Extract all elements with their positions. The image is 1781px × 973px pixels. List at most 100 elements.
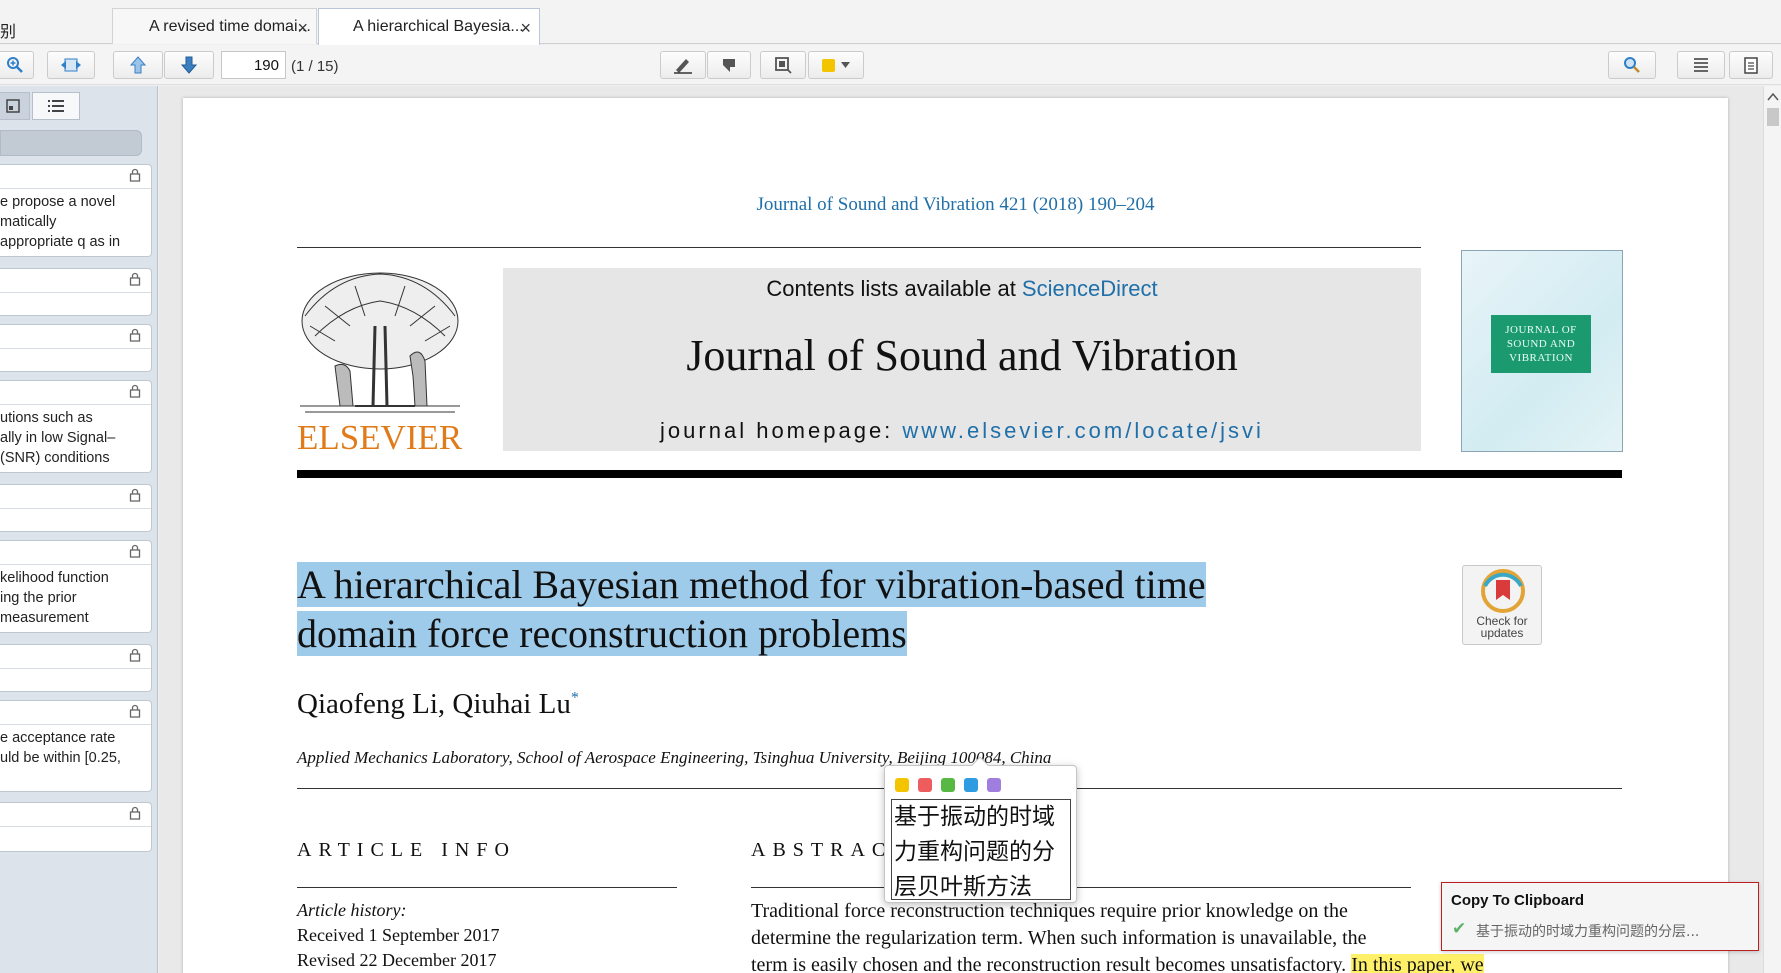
notepad-icon [1744,57,1758,74]
sticky-note-icon [723,59,735,72]
tab-revised-time-domain[interactable]: A revised time domai... × [112,8,317,44]
document-viewport[interactable]: Journal of Sound and Vibration 421 (2018… [159,86,1763,973]
lock-icon[interactable] [129,704,141,723]
search-icon [1624,57,1640,73]
align-lines-icon [1694,58,1708,72]
color-swatch-red[interactable] [918,778,932,792]
tab-hierarchical-bayesian[interactable]: A hierarchical Bayesia... × [318,8,540,45]
text-view-button[interactable] [1677,51,1725,79]
close-icon[interactable]: × [520,18,531,39]
annotation-card[interactable]: e acceptance rate uld be within [0.25, [0,700,152,792]
zoom-in-button[interactable] [0,51,34,79]
lock-icon[interactable] [129,544,141,563]
bookmark-ribbon-icon [1481,569,1525,613]
title-line-1[interactable]: A hierarchical Bayesian method for vibra… [297,562,1206,607]
tab-bar: 别 A revised time domai... × A hierarchic… [0,0,1781,45]
note-line: uld be within [0.25, [0,750,121,766]
translation-text[interactable]: 基于振动的时域力重构问题的分层贝叶斯方法 [891,799,1071,900]
journal-cover-image: JOURNAL OF SOUND AND VIBRATION [1461,250,1623,452]
article-info-heading: ARTICLE INFO [297,839,516,861]
corresponding-mark[interactable]: * [571,689,579,706]
lock-icon[interactable] [129,328,141,347]
fit-width-icon [61,58,81,72]
fit-width-button[interactable] [47,51,95,79]
next-page-button[interactable] [164,51,214,79]
note-line: e propose a novel [0,194,116,210]
arrow-up-icon [130,56,146,74]
abstract-line-text: term is easily chosen and the reconstruc… [751,954,1352,973]
color-swatch-icon [822,58,835,72]
thick-divider [297,470,1622,478]
annotation-card[interactable] [0,644,152,692]
list-view-tab[interactable] [32,92,80,120]
annotation-card[interactable]: e propose a novel matically appropriate … [0,164,152,257]
pdf-reader-window: 别 A revised time domai... × A hierarchic… [0,0,1781,973]
annotation-card[interactable] [0,484,152,532]
received-date: Received 1 September 2017 [297,925,500,945]
divider [297,887,677,888]
contents-line: Contents lists available at ScienceDirec… [503,276,1421,302]
abstract-line: term is easily chosen and the reconstruc… [751,952,1621,973]
lock-icon[interactable] [129,648,141,667]
lock-icon[interactable] [129,168,141,187]
lock-icon[interactable] [129,806,141,825]
note-tool-button[interactable] [707,51,751,79]
cover-title: JOURNAL OF SOUND AND VIBRATION [1491,315,1591,373]
article-title[interactable]: A hierarchical Bayesian method for vibra… [297,560,1317,658]
homepage-line: journal homepage: www.elsevier.com/locat… [503,418,1421,444]
contents-prefix: Contents lists available at [766,276,1022,301]
close-icon[interactable]: × [297,18,308,39]
scroll-thumb[interactable] [1767,108,1779,126]
lock-icon[interactable] [129,272,141,291]
list-icon [48,100,64,112]
color-swatch-yellow[interactable] [895,778,909,792]
tab-label: A hierarchical Bayesia... [353,18,524,35]
note-line: kelihood function [0,570,109,586]
journal-citation[interactable]: Journal of Sound and Vibration 421 (2018… [183,194,1728,216]
scroll-up-icon[interactable] [1764,90,1781,104]
highlighted-text[interactable]: In this paper, we [1351,954,1484,973]
page-number-input[interactable]: 190 [221,51,286,79]
title-line-2[interactable]: domain force reconstruction problems [297,611,907,656]
annotation-card[interactable] [0,268,152,316]
arrow-down-icon [181,56,197,74]
toast-title: Copy To Clipboard [1451,892,1585,909]
thumbnail-view-tab[interactable] [0,92,30,120]
highlight-color-dropdown[interactable] [808,51,864,79]
previous-page-button[interactable] [113,51,163,79]
annotation-card[interactable] [0,802,152,852]
note-line: appropriate q as in [0,234,121,250]
sciencedirect-link[interactable]: ScienceDirect [1022,276,1158,301]
sidebar-filter-input[interactable] [0,130,142,156]
check-for-updates-badge[interactable]: Check for updates [1462,565,1542,645]
chevron-down-icon [841,62,850,68]
elsevier-wordmark: ELSEVIER [297,418,463,457]
page-count: (1 / 15) [291,58,339,75]
thumbnail-icon [6,99,20,113]
annotation-card[interactable]: utions such as ally in low Signal– (SNR)… [0,380,152,473]
note-line: measurement [0,610,89,626]
highlight-tool-button[interactable] [660,51,706,79]
authors[interactable]: Qiaofeng Li, Qiuhai Lu* [297,688,579,721]
homepage-link[interactable]: www.elsevier.com/locate/jsvi [902,418,1264,443]
color-swatch-purple[interactable] [987,778,1001,792]
annotation-card[interactable] [0,324,152,372]
homepage-prefix: journal homepage: [660,418,903,443]
color-swatch-green[interactable] [941,778,955,792]
note-line: (SNR) conditions [0,450,110,466]
lock-icon[interactable] [129,488,141,507]
annotations-sidebar: e propose a novel matically appropriate … [0,86,158,973]
notes-panel-button[interactable] [1729,51,1773,79]
note-line: ing the prior [0,590,77,606]
history-label: Article history: [297,900,407,920]
area-select-button[interactable] [760,51,806,79]
tab-fragment[interactable]: 别 [0,8,112,44]
search-button[interactable] [1608,51,1656,79]
lock-icon[interactable] [129,384,141,403]
annotation-card[interactable]: kelihood function ing the prior measurem… [0,540,152,633]
color-swatch-blue[interactable] [964,778,978,792]
divider [751,887,1411,888]
vertical-scrollbar[interactable] [1763,86,1781,973]
note-line: matically [0,214,57,230]
toolbar: 190 (1 / 15) [0,45,1781,85]
